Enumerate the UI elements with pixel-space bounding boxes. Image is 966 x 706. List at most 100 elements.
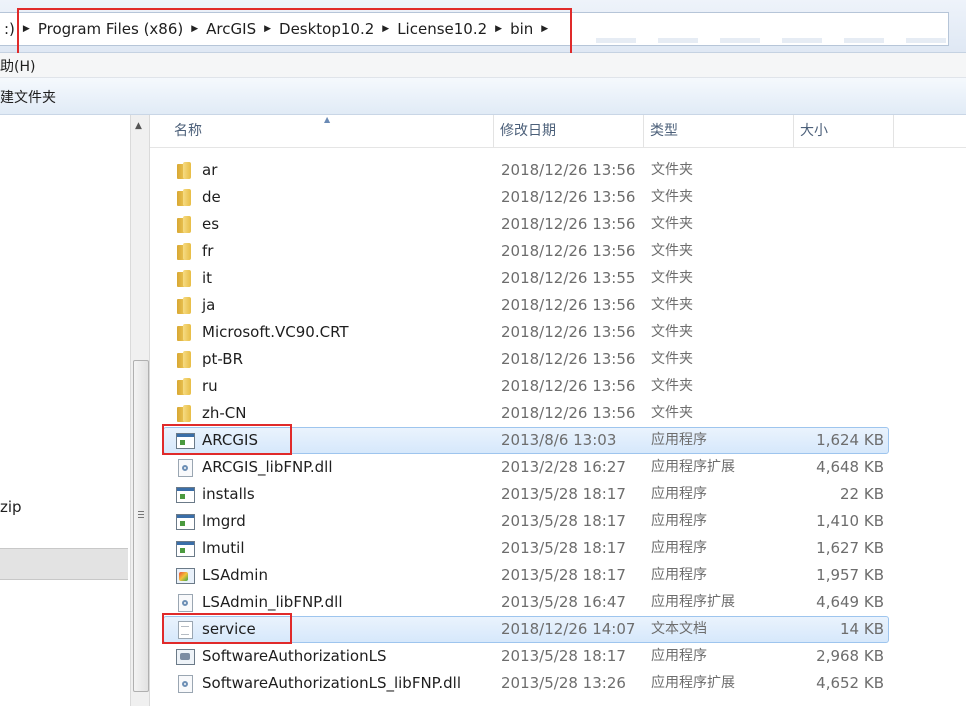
file-name[interactable]: it xyxy=(202,265,212,292)
file-date: 2013/2/28 16:27 xyxy=(501,458,626,476)
file-date: 2018/12/26 13:56 xyxy=(501,350,636,368)
file-date: 2018/12/26 13:56 xyxy=(501,377,636,395)
file-date: 2013/8/6 13:03 xyxy=(501,431,617,449)
file-row[interactable]: es 2018/12/26 13:56 文件夹 xyxy=(150,211,966,238)
file-name[interactable]: zh-CN xyxy=(202,400,247,427)
new-folder-button[interactable]: 建文件夹 xyxy=(0,87,56,107)
file-type: 应用程序 xyxy=(651,432,707,448)
file-type: 文件夹 xyxy=(651,162,693,178)
file-size xyxy=(794,373,884,400)
annotation-box-service xyxy=(162,613,292,644)
file-row[interactable]: Microsoft.VC90.CRT 2018/12/26 13:56 文件夹 xyxy=(150,319,966,346)
file-name[interactable]: ja xyxy=(202,292,215,319)
nav-item-selected[interactable] xyxy=(0,548,128,580)
file-row[interactable]: fr 2018/12/26 13:56 文件夹 xyxy=(150,238,966,265)
lsadmin-icon xyxy=(176,568,195,584)
file-type: 文件夹 xyxy=(651,324,693,340)
file-date: 2013/5/28 16:47 xyxy=(501,593,626,611)
file-row[interactable]: de 2018/12/26 13:56 文件夹 xyxy=(150,184,966,211)
file-size: 1,624 KB xyxy=(816,431,884,449)
column-header-date[interactable]: 修改日期 xyxy=(494,115,644,147)
file-type: 应用程序 xyxy=(651,540,707,556)
nav-item-zip[interactable]: zip xyxy=(0,498,22,516)
file-name[interactable]: lmgrd xyxy=(202,508,246,535)
scroll-up-arrow-icon[interactable]: ▲ xyxy=(135,121,142,131)
folder-icon xyxy=(177,351,191,368)
file-name[interactable]: LSAdmin_libFNP.dll xyxy=(202,589,343,616)
annotation-box-path xyxy=(17,8,572,57)
file-size xyxy=(794,346,884,373)
file-type: 文本文档 xyxy=(651,621,707,637)
navigation-pane: zip xyxy=(0,115,130,706)
folder-icon xyxy=(177,216,191,233)
file-size xyxy=(794,184,884,211)
file-name[interactable]: ar xyxy=(202,157,217,184)
column-header-size[interactable]: 大小 xyxy=(794,115,894,147)
file-row[interactable]: zh-CN 2018/12/26 13:56 文件夹 xyxy=(150,400,966,427)
file-size xyxy=(794,238,884,265)
file-size: 2,968 KB xyxy=(816,647,884,665)
file-row[interactable]: ja 2018/12/26 13:56 文件夹 xyxy=(150,292,966,319)
file-size xyxy=(794,157,884,184)
file-row[interactable]: LSAdmin 2013/5/28 18:17 应用程序 1,957 KB xyxy=(150,562,966,589)
file-type: 应用程序 xyxy=(651,567,707,583)
file-size: 4,648 KB xyxy=(816,458,884,476)
file-name[interactable]: SoftwareAuthorizationLS_libFNP.dll xyxy=(202,670,461,697)
file-date: 2018/12/26 13:56 xyxy=(501,296,636,314)
file-name[interactable]: lmutil xyxy=(202,535,245,562)
file-date: 2013/5/28 18:17 xyxy=(501,512,626,530)
file-row[interactable]: installs 2013/5/28 18:17 应用程序 22 KB xyxy=(150,481,966,508)
file-type: 文件夹 xyxy=(651,270,693,286)
file-row[interactable]: lmutil 2013/5/28 18:17 应用程序 1,627 KB xyxy=(150,535,966,562)
file-date: 2018/12/26 13:56 xyxy=(501,242,636,260)
column-header-name[interactable]: 名称 xyxy=(168,115,494,147)
folder-icon xyxy=(177,189,191,206)
file-date: 2018/12/26 13:56 xyxy=(501,404,636,422)
application-icon xyxy=(176,541,195,557)
file-name[interactable]: fr xyxy=(202,238,213,265)
file-size xyxy=(794,292,884,319)
file-row[interactable]: pt-BR 2018/12/26 13:56 文件夹 xyxy=(150,346,966,373)
file-name[interactable]: ru xyxy=(202,373,218,400)
column-header-type[interactable]: 类型 xyxy=(644,115,794,147)
file-name[interactable]: pt-BR xyxy=(202,346,243,373)
file-date: 2018/12/26 13:55 xyxy=(501,269,636,287)
folder-icon xyxy=(177,270,191,287)
file-name[interactable]: LSAdmin xyxy=(202,562,268,589)
dll-icon xyxy=(178,594,193,612)
nav-scrollbar[interactable]: ▲ xyxy=(130,115,150,706)
folder-icon xyxy=(177,405,191,422)
file-row[interactable]: SoftwareAuthorizationLS_libFNP.dll 2013/5… xyxy=(150,670,966,697)
file-row[interactable]: SoftwareAuthorizationLS 2013/5/28 18:17 应用… xyxy=(150,643,966,670)
file-row[interactable]: it 2018/12/26 13:55 文件夹 xyxy=(150,265,966,292)
file-size: 4,649 KB xyxy=(816,593,884,611)
file-type: 文件夹 xyxy=(651,405,693,421)
file-type: 文件夹 xyxy=(651,378,693,394)
application-icon xyxy=(176,487,195,503)
file-row[interactable]: ARCGIS_libFNP.dll 2013/2/28 16:27 应用程序扩展 4,… xyxy=(150,454,966,481)
file-type: 应用程序扩展 xyxy=(651,459,735,475)
file-size: 4,652 KB xyxy=(816,674,884,692)
menu-help[interactable]: 助(H) xyxy=(0,56,35,76)
file-size: 1,627 KB xyxy=(816,539,884,557)
file-name[interactable]: es xyxy=(202,211,219,238)
file-name[interactable]: installs xyxy=(202,481,255,508)
file-size xyxy=(794,265,884,292)
file-row[interactable]: lmgrd 2013/5/28 18:17 应用程序 1,410 KB xyxy=(150,508,966,535)
file-type: 文件夹 xyxy=(651,243,693,259)
file-row[interactable]: ru 2018/12/26 13:56 文件夹 xyxy=(150,373,966,400)
file-name[interactable]: SoftwareAuthorizationLS xyxy=(202,643,386,670)
scrollbar-thumb[interactable] xyxy=(133,360,149,692)
file-row[interactable]: LSAdmin_libFNP.dll 2013/5/28 16:47 应用程序扩展 4… xyxy=(150,589,966,616)
file-size: 1,957 KB xyxy=(816,566,884,584)
file-row[interactable]: ar 2018/12/26 13:56 文件夹 xyxy=(150,157,966,184)
file-name[interactable]: ARCGIS_libFNP.dll xyxy=(202,454,333,481)
application-icon xyxy=(176,514,195,530)
file-name[interactable]: de xyxy=(202,184,221,211)
file-size: 22 KB xyxy=(840,485,884,503)
file-name[interactable]: Microsoft.VC90.CRT xyxy=(202,319,349,346)
file-date: 2018/12/26 13:56 xyxy=(501,323,636,341)
file-type: 应用程序 xyxy=(651,648,707,664)
file-type: 文件夹 xyxy=(651,297,693,313)
file-type: 文件夹 xyxy=(651,216,693,232)
